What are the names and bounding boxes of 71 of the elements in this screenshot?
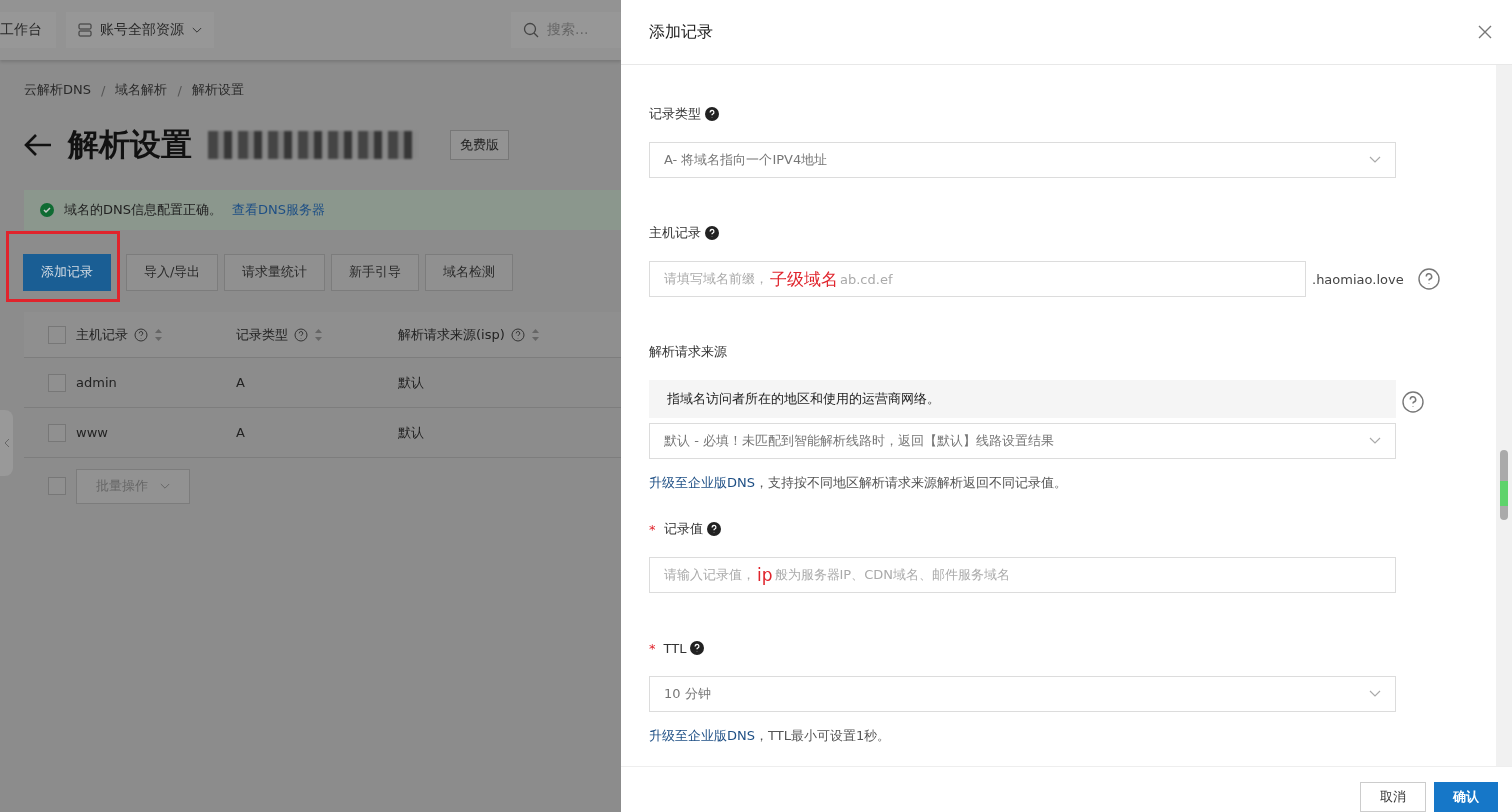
help-icon[interactable] — [706, 522, 721, 536]
check-circle-icon — [40, 203, 54, 217]
chevron-down-icon — [1369, 156, 1381, 164]
chevron-down-icon — [160, 482, 170, 490]
table-cell-text: 默认 — [398, 373, 425, 392]
page-title: 解析设置 — [68, 125, 192, 164]
table-cell-text: A — [236, 375, 246, 390]
breadcrumb-item[interactable]: 域名解析 — [115, 81, 168, 99]
close-icon[interactable] — [1478, 25, 1492, 39]
toolbar-button[interactable]: 请求量统计 — [224, 253, 326, 291]
help-icon[interactable] — [705, 107, 719, 121]
breadcrumb-item[interactable]: 解析设置 — [191, 81, 244, 99]
scrollbar[interactable] — [1496, 65, 1512, 766]
description-text: 指域名访问者所在的地区和使用的运营商网络。 — [649, 380, 1396, 418]
toolbar-button[interactable]: 新手引导 — [331, 253, 420, 291]
field-label: 主机记录 — [649, 224, 701, 242]
upgrade-note: 升级至企业版DNS，TTL最小可设置1秒。 — [649, 727, 892, 745]
confirm-button[interactable]: 确认 — [1434, 782, 1498, 812]
table-cell-text: A — [236, 425, 246, 440]
table-cell-text: www — [76, 425, 109, 440]
breadcrumb-item[interactable]: 云解析DNS — [24, 81, 91, 99]
alert-text: 域名的DNS信息配置正确。 — [64, 201, 222, 219]
table-cell-text: 默认 — [398, 423, 425, 442]
help-icon[interactable] — [690, 641, 705, 655]
breadcrumb-separator: / — [101, 82, 106, 98]
field-label: 记录值 — [663, 520, 703, 538]
search-icon — [523, 22, 539, 38]
cancel-button[interactable]: 取消 — [1360, 782, 1426, 812]
workbench-link[interactable]: 工作台 — [0, 12, 56, 48]
column-header: 记录类型 — [236, 325, 288, 344]
chevron-down-icon — [192, 26, 202, 34]
annotation-text: ip — [757, 565, 773, 585]
upgrade-link[interactable]: 升级至企业版DNS — [649, 728, 755, 743]
field-label: 记录类型 — [649, 105, 701, 123]
sort-icon[interactable] — [314, 327, 323, 342]
toolbar-button[interactable]: 域名检测 — [425, 253, 514, 291]
select-all-checkbox[interactable] — [48, 325, 66, 344]
toolbar-button[interactable]: 添加记录 — [23, 253, 111, 291]
chevron-down-icon — [1369, 690, 1381, 698]
back-arrow-icon[interactable] — [24, 133, 52, 157]
breadcrumb-separator: / — [177, 82, 182, 98]
row-checkbox[interactable] — [48, 423, 66, 442]
column-header: 主机记录 — [76, 325, 128, 344]
upgrade-note: 升级至企业版DNS，支持按不同地区解析请求来源解析返回不同记录值。 — [649, 474, 1068, 492]
column-header: 解析请求来源(isp) — [398, 325, 505, 344]
select-field[interactable]: 10 分钟 — [649, 676, 1396, 712]
chevron-down-icon — [1369, 437, 1381, 445]
dns-server-link[interactable]: 查看DNS服务器 — [232, 201, 325, 219]
help-icon[interactable] — [705, 226, 719, 240]
resources-dropdown[interactable]: 账号全部资源 — [66, 12, 214, 48]
sort-icon[interactable] — [530, 327, 540, 342]
sort-icon[interactable] — [154, 327, 163, 342]
required-mark: * — [649, 640, 656, 656]
row-checkbox[interactable] — [48, 373, 66, 392]
required-mark: * — [649, 521, 656, 537]
annotation-text: 子级域名 — [770, 267, 838, 291]
upgrade-link[interactable]: 升级至企业版DNS — [649, 475, 755, 490]
domain-suffix: .haomiao.love — [1312, 271, 1404, 287]
field-label: TTL — [663, 640, 687, 656]
stack-icon — [78, 23, 92, 37]
select-field[interactable]: A- 将域名指向一个IPV4地址 — [649, 142, 1396, 178]
table-cell-text: admin — [76, 375, 118, 390]
toolbar-button[interactable]: 导入/导出 — [126, 253, 219, 291]
row-checkbox[interactable] — [48, 477, 66, 495]
field-label: 解析请求来源 — [649, 343, 727, 361]
chevron-left-icon — [3, 438, 10, 448]
select-field[interactable]: 默认 - 必填！未匹配到智能解析线路时，返回【默认】线路设置结果 — [649, 423, 1396, 459]
drawer-title: 添加记录 — [649, 21, 713, 43]
plan-badge: 免费版 — [450, 130, 509, 160]
input-field[interactable]: 请填写域名前缀，子级域名 ab.cd.ef — [649, 261, 1306, 297]
input-field[interactable]: 请输入记录值，ip 般为服务器IP、CDN域名、邮件服务域名 — [649, 557, 1396, 593]
